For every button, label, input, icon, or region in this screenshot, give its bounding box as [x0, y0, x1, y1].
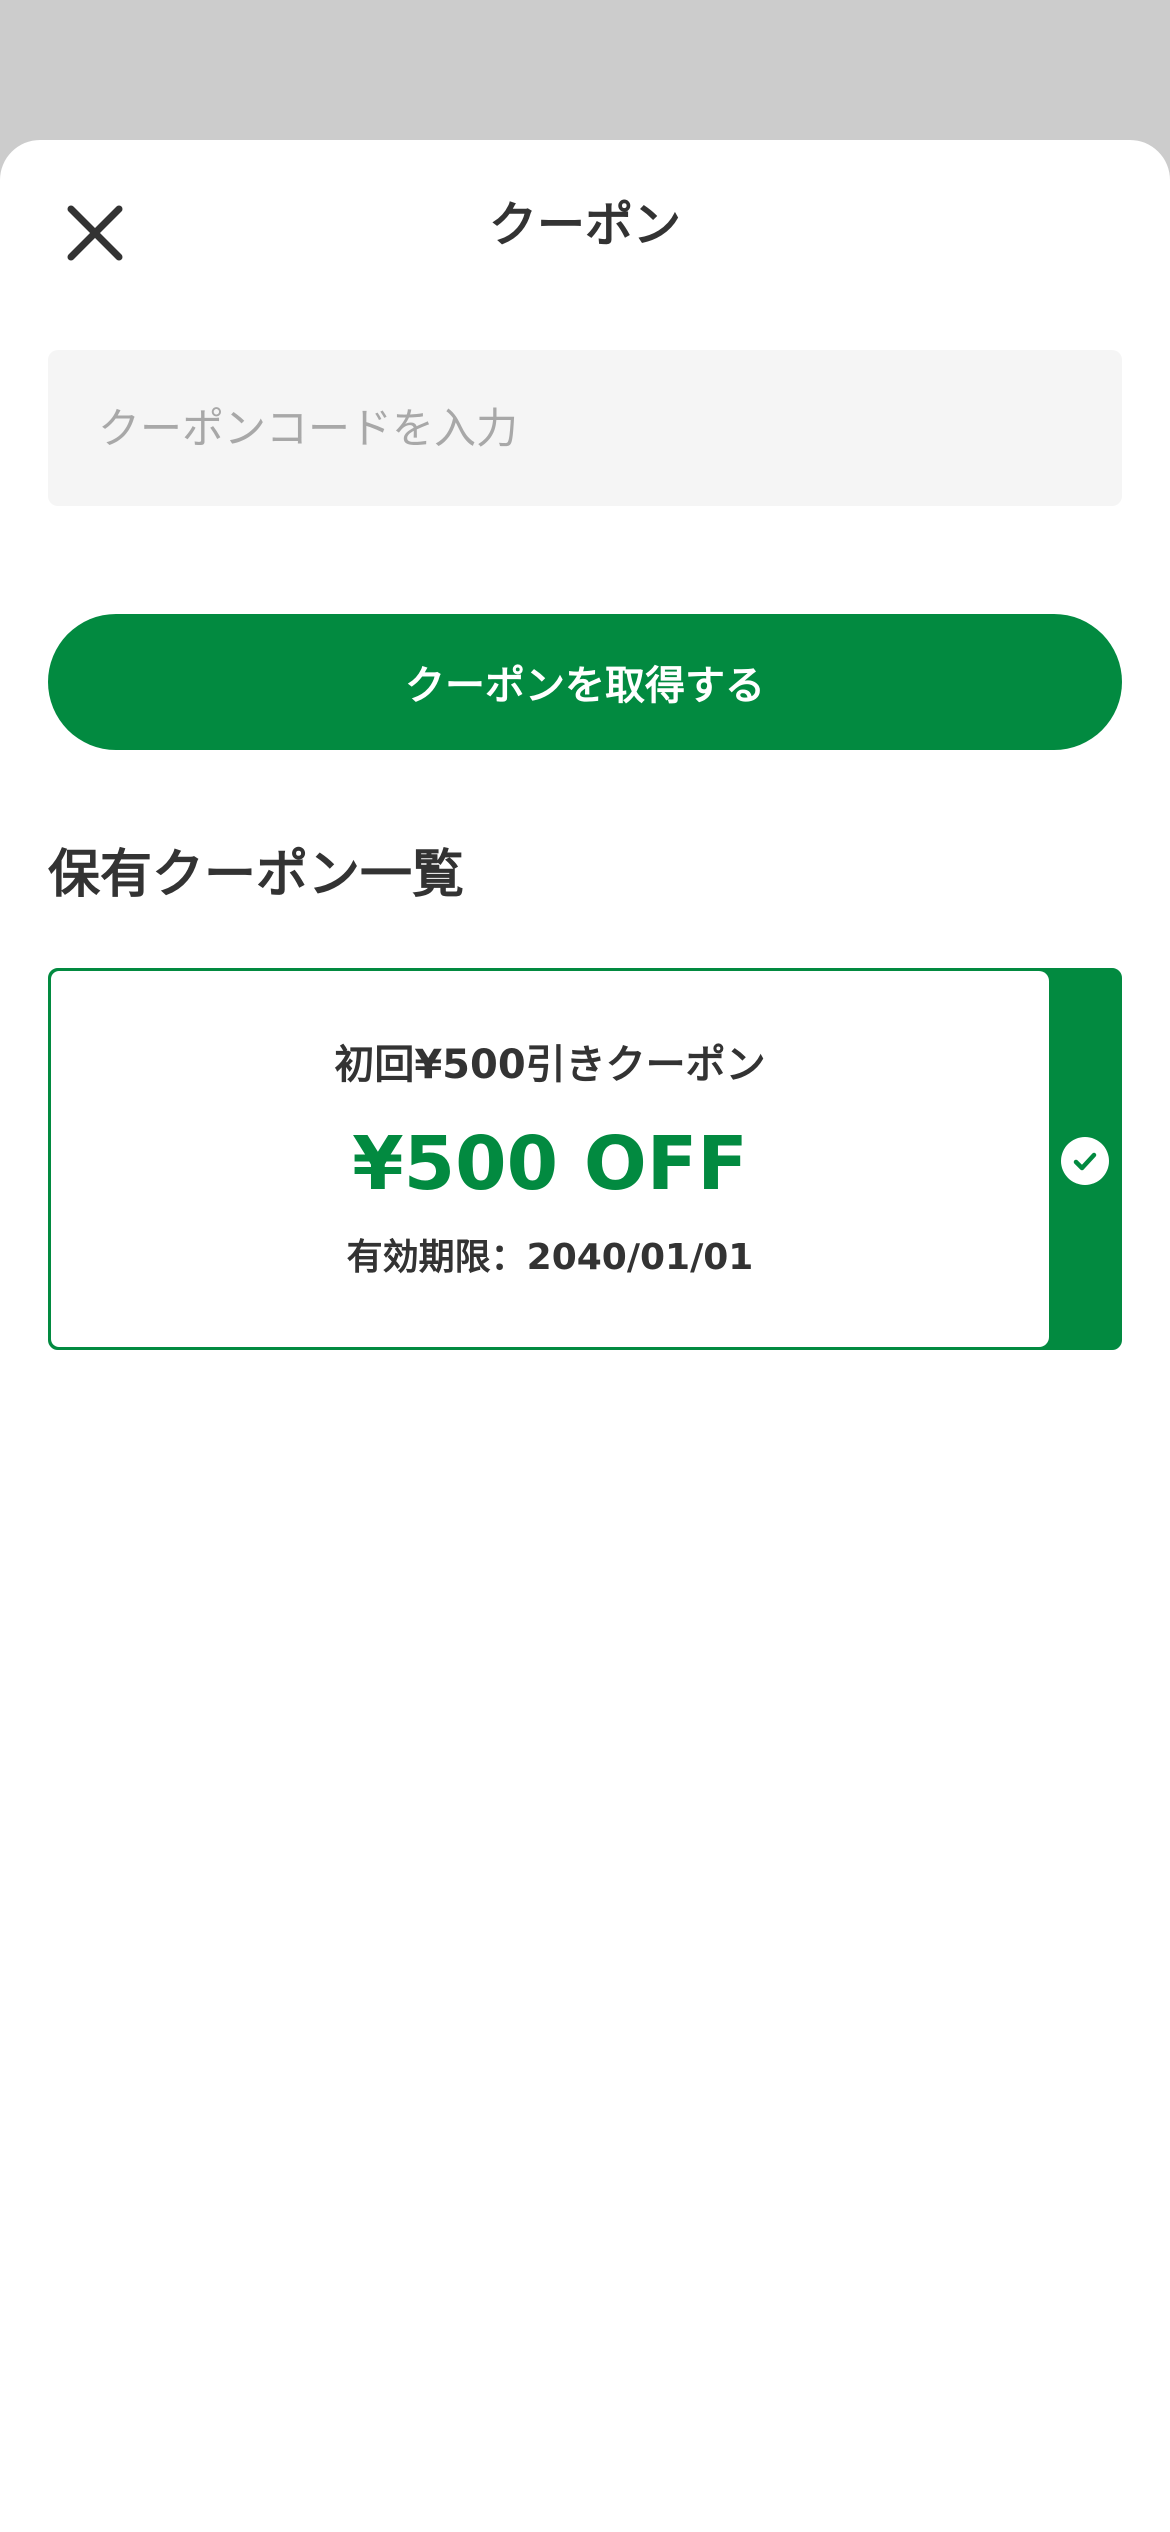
- coupon-expiry-date: 有効期限：2040/01/01: [346, 1237, 754, 1278]
- coupon-name: 初回¥500引きクーポン: [334, 1042, 766, 1088]
- page-title: クーポン: [488, 197, 681, 253]
- coupon-code-input[interactable]: [48, 350, 1122, 506]
- coupon-sheet: クーポン クーポンを取得する 保有クーポン一覧 初回¥500引きクーポン ¥50…: [0, 140, 1170, 2532]
- coupon-discount-amount: ¥500 OFF: [352, 1121, 748, 1207]
- get-coupon-button[interactable]: クーポンを取得する: [48, 614, 1122, 750]
- coupon-card-body: 初回¥500引きクーポン ¥500 OFF 有効期限：2040/01/01: [51, 971, 1049, 1347]
- check-circle-icon: [1061, 1137, 1109, 1185]
- owned-coupons-heading: 保有クーポン一覧: [48, 845, 465, 905]
- coupon-card[interactable]: 初回¥500引きクーポン ¥500 OFF 有効期限：2040/01/01: [48, 968, 1122, 1350]
- sheet-header: クーポン: [0, 140, 1170, 300]
